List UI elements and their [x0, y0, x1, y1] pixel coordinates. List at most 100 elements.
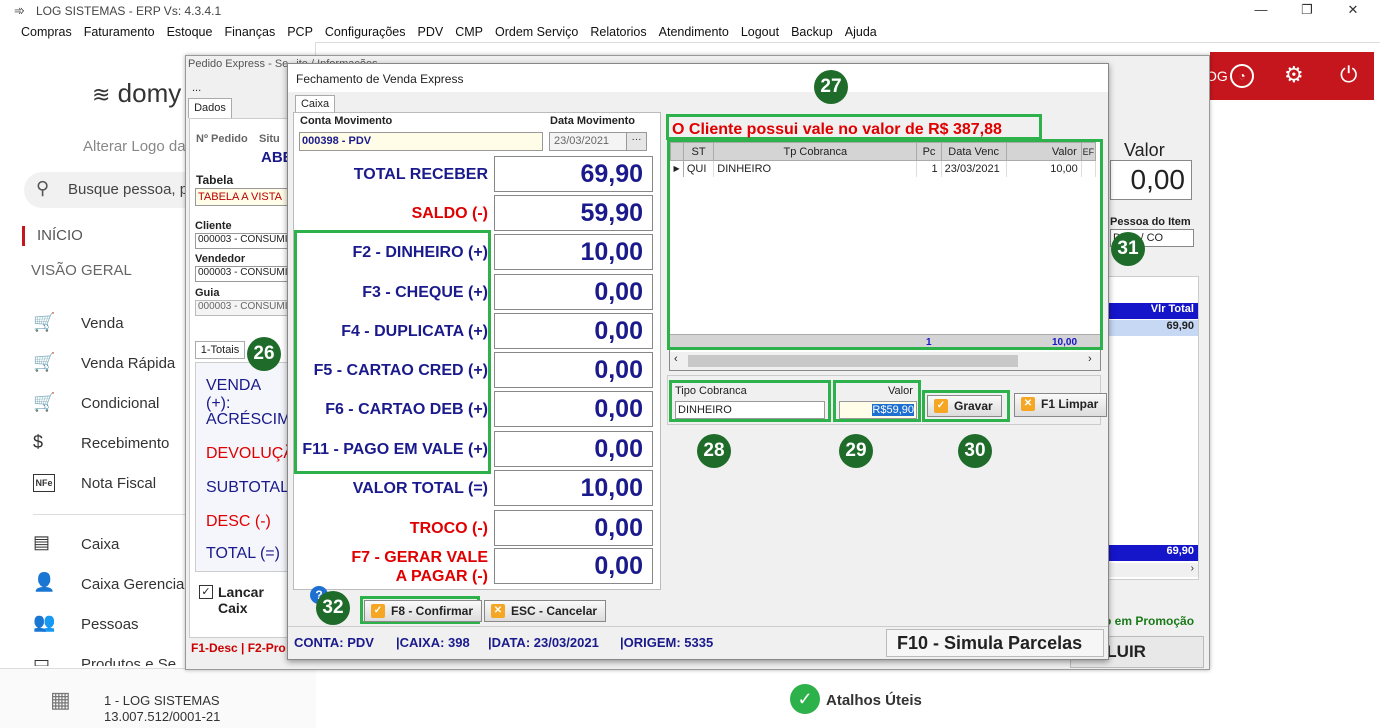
tab-totais[interactable]: 1-Totais	[195, 341, 245, 359]
menu-ajuda[interactable]: Ajuda	[839, 22, 883, 42]
vlr-total-row: 69,90	[1107, 320, 1198, 336]
nav-caixa-gerencial[interactable]: Caixa Gerencia	[81, 576, 184, 593]
acrescimo-label: ACRÉSCIM	[206, 411, 291, 428]
vendedor-field[interactable]: 000003 - CONSUMI	[195, 266, 289, 282]
user-money-icon: 👤	[33, 572, 56, 592]
atalhos-link[interactable]: Atalhos Úteis	[826, 692, 922, 709]
nav-nota-fiscal[interactable]: Nota Fiscal	[81, 475, 156, 492]
gear-icon[interactable]: ⚙	[1284, 62, 1304, 88]
lancar-label: Lancar Caix	[218, 584, 264, 616]
data-label: Data Movimento	[550, 115, 635, 127]
nav-produtos[interactable]: Produtos e Se	[81, 656, 176, 666]
tipo-field[interactable]: DINHEIRO	[675, 401, 825, 419]
menu-ordem-servico[interactable]: Ordem Serviço	[489, 22, 584, 42]
company-name: 1 - LOG SISTEMAS	[104, 693, 220, 708]
building-icon: ▦	[50, 687, 71, 712]
status-conta: CONTA: PDV	[294, 635, 374, 650]
row-value-6[interactable]: 0,00	[494, 391, 653, 427]
nav-caixa[interactable]: Caixa	[81, 536, 119, 553]
total-label: TOTAL (=)	[206, 545, 280, 562]
nav-pessoas[interactable]: Pessoas	[81, 616, 139, 633]
pedido-left-panel: Nº Pedido Situ ABE Tabela TABELA A VISTA…	[189, 118, 294, 638]
confirmar-button[interactable]: ✓ F8 - Confirmar	[364, 600, 483, 622]
pedido-title-main: Pedido Express - Se	[188, 58, 289, 70]
menu-configuracoes[interactable]: Configurações	[319, 22, 412, 42]
scroll-thumb[interactable]	[688, 355, 1018, 367]
row-value-8[interactable]: 10,00	[494, 470, 653, 506]
minimize-button[interactable]: —	[1238, 0, 1284, 22]
menu-compras[interactable]: Compras	[0, 22, 78, 42]
menu-estoque[interactable]: Estoque	[161, 22, 219, 42]
row-label-1: SALDO (-)	[411, 205, 488, 222]
conta-label: Conta Movimento	[300, 115, 393, 127]
menu-faturamento[interactable]: Faturamento	[78, 22, 161, 42]
cart-return-icon: 🛒	[33, 392, 56, 412]
tab-dados[interactable]: Dados	[188, 98, 232, 118]
situ-label: Situ	[259, 133, 280, 145]
menu-pcp[interactable]: PCP	[281, 22, 319, 42]
menu-relatorios[interactable]: Relatorios	[584, 22, 652, 42]
menu-logout[interactable]: Logout	[735, 22, 785, 42]
nav-visao-geral[interactable]: VISÃO GERAL	[31, 262, 132, 279]
close-button[interactable]: ✕	[1330, 0, 1376, 22]
scroll-right-icon[interactable]: ›	[1088, 353, 1092, 365]
row-value-9[interactable]: 0,00	[494, 510, 653, 546]
limpar-button[interactable]: ✕ F1 Limpar	[1014, 393, 1108, 417]
valor-input[interactable]: R$59,90	[839, 401, 917, 419]
conta-field[interactable]: 000398 - PDV	[299, 132, 543, 151]
row-value-3[interactable]: 0,00	[494, 274, 653, 310]
power-icon[interactable]: ⏻	[1340, 62, 1357, 88]
register-icon: ▤	[33, 532, 51, 552]
nav-venda-rapida[interactable]: Venda Rápida	[81, 355, 175, 372]
tabela-label: Tabela	[196, 173, 234, 187]
search-box[interactable]: ⚲ Busque pessoa, p	[24, 172, 204, 208]
items-total-panel: Vlr Total 69,90 69,90 ›	[1106, 276, 1199, 580]
gravar-button[interactable]: ✓ Gravar	[927, 395, 1002, 417]
row-label-2: F2 - DINHEIRO (+)	[352, 244, 488, 261]
devolucao-label: DEVOLUÇÃ	[206, 445, 295, 462]
change-logo-link[interactable]: Alterar Logo da	[83, 138, 186, 155]
tipo-highlight: Tipo Cobranca DINHEIRO	[669, 380, 831, 422]
dialog-titlebar: Fechamento de Venda Express	[288, 64, 1108, 92]
cliente-label: Cliente	[195, 220, 232, 232]
scroll-right-icon[interactable]: ›	[1107, 563, 1198, 577]
row-value-7[interactable]: 0,00	[494, 431, 653, 467]
valor-label: Valor	[1124, 140, 1165, 160]
menu-backup[interactable]: Backup	[785, 22, 839, 42]
menu-financas[interactable]: Finanças	[218, 22, 281, 42]
cliente-field[interactable]: 000003 - CONSUMI	[195, 233, 289, 249]
totais-panel: VENDA (+): ACRÉSCIM DEVOLUÇÃ SUBTOTAL DE…	[195, 362, 294, 572]
menu-cmp[interactable]: CMP	[449, 22, 489, 42]
grid-highlight	[667, 139, 1103, 350]
nav-inicio[interactable]: INÍCIO	[37, 227, 83, 244]
simula-parcelas-button[interactable]: F10 - Simula Parcelas	[886, 629, 1104, 657]
row-value-1[interactable]: 59,90	[494, 195, 653, 231]
x-icon: ✕	[491, 604, 505, 618]
search-icon: ⚲	[36, 178, 50, 198]
nav-venda[interactable]: Venda	[81, 315, 124, 332]
nav-condicional[interactable]: Condicional	[81, 395, 159, 412]
row-value-2[interactable]: 10,00	[494, 234, 653, 270]
maximize-button[interactable]: ❐	[1284, 0, 1330, 22]
row-value-0[interactable]: 69,90	[494, 156, 653, 192]
app-titlebar: ➾ LOG SISTEMAS - ERP Vs: 4.3.4.1 — ❐ ✕	[0, 0, 1380, 22]
payment-methods-highlight	[294, 230, 491, 474]
menu-pdv[interactable]: PDV	[412, 22, 450, 42]
calendar-button[interactable]: ···	[626, 133, 646, 150]
tab-caixa[interactable]: Caixa	[295, 95, 335, 113]
user-icon[interactable]: ◔	[1230, 64, 1254, 88]
search-input[interactable]: Busque pessoa, p	[68, 181, 188, 198]
pedido-menu[interactable]: ...	[192, 82, 201, 94]
h-scrollbar[interactable]: ‹ ›	[670, 352, 1100, 370]
row-value-4[interactable]: 0,00	[494, 313, 653, 349]
nav-recebimento[interactable]: Recebimento	[81, 435, 169, 452]
lancar-checkbox[interactable]: ✓	[199, 585, 213, 599]
menu-atendimento[interactable]: Atendimento	[653, 22, 735, 42]
tabela-field[interactable]: TABELA A VISTA	[195, 188, 289, 206]
vale-value[interactable]: 0,00	[494, 548, 653, 584]
row-label-8: VALOR TOTAL (=)	[352, 480, 488, 497]
cancelar-button[interactable]: ✕ ESC - Cancelar	[484, 600, 607, 622]
guia-field[interactable]: 000003 - CONSUMI	[195, 300, 289, 316]
row-value-5[interactable]: 0,00	[494, 352, 653, 388]
scroll-left-icon[interactable]: ‹	[674, 353, 678, 365]
